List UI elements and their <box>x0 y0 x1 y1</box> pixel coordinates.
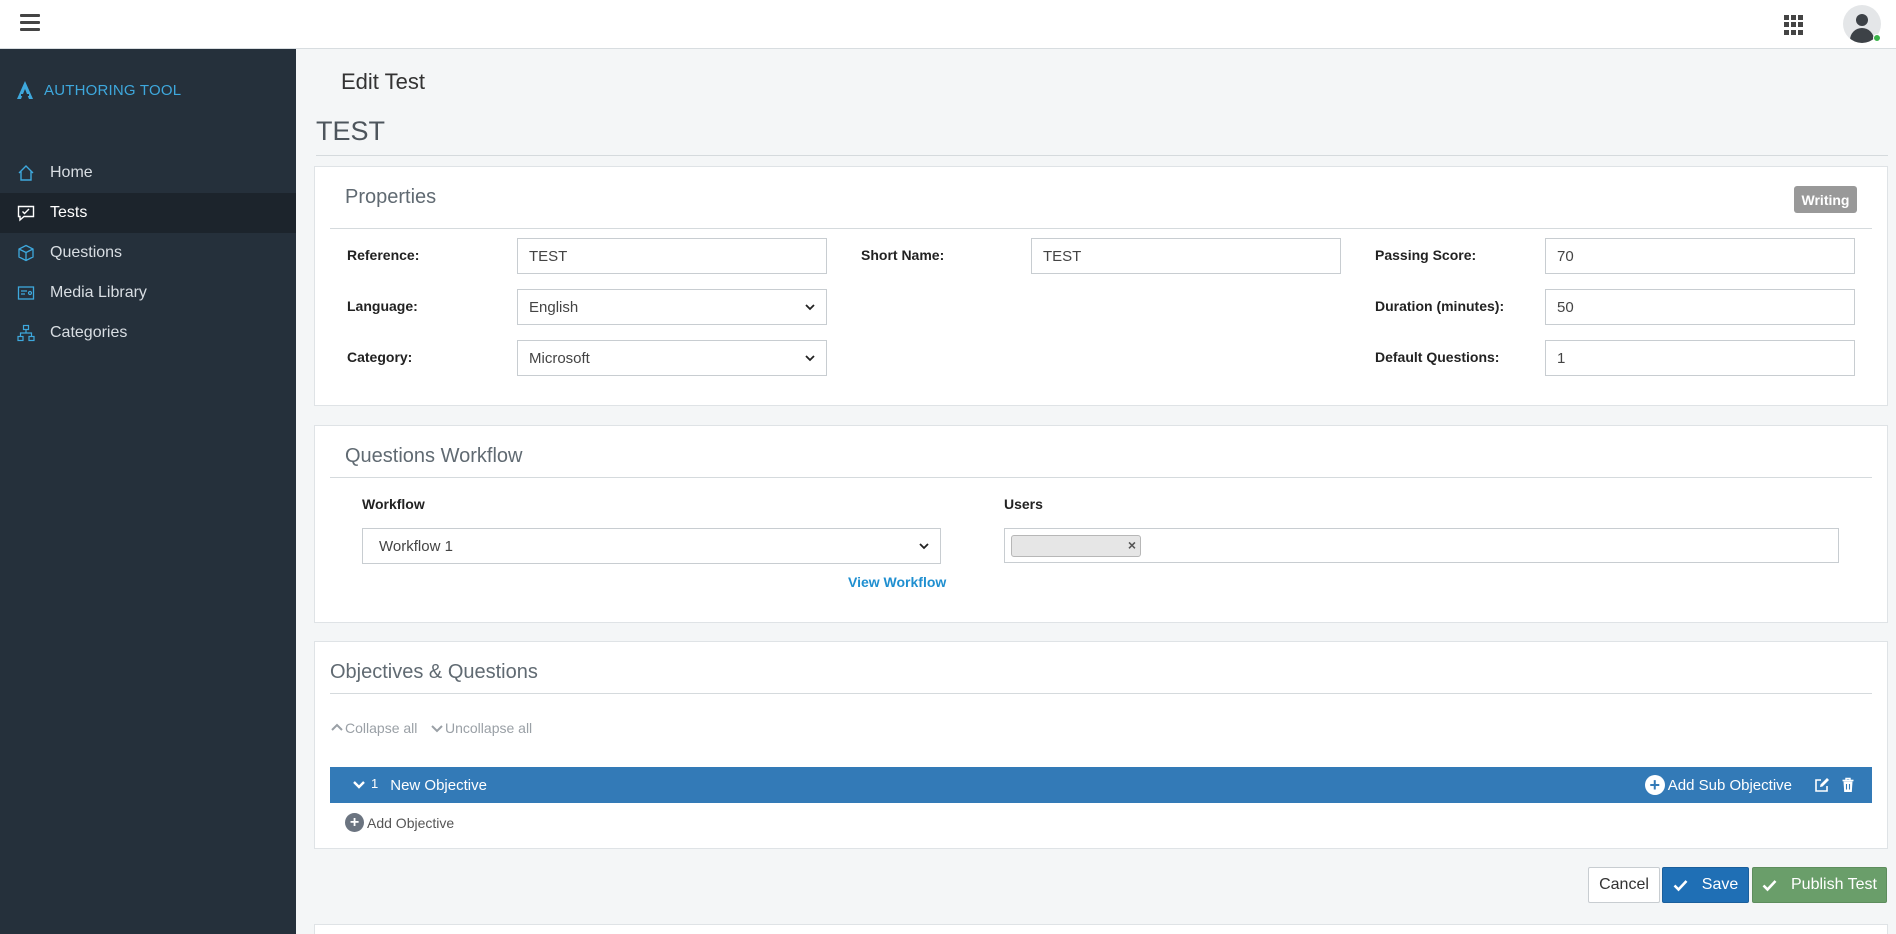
status-badge: Writing <box>1794 186 1857 213</box>
check-icon <box>1762 879 1777 891</box>
reference-input[interactable]: TEST <box>517 238 827 274</box>
default-questions-input[interactable]: 1 <box>1545 340 1855 376</box>
edit-icon[interactable] <box>1814 777 1830 793</box>
users-input[interactable]: × <box>1004 528 1839 563</box>
workflow-divider <box>330 477 1872 478</box>
chevron-up-icon <box>331 723 343 731</box>
sidebar-item-label: Categories <box>50 324 128 341</box>
default-questions-label: Default Questions: <box>1375 349 1500 365</box>
short-name-input[interactable]: TEST <box>1031 238 1341 274</box>
workflow-label: Workflow <box>362 496 425 512</box>
language-value: English <box>529 298 579 316</box>
sidebar-item-label: Media Library <box>50 284 147 301</box>
media-icon <box>16 283 36 303</box>
uncollapse-all-label: Uncollapse all <box>445 720 533 736</box>
test-title: TEST <box>316 116 386 146</box>
chevron-down-icon <box>431 725 443 733</box>
users-label: Users <box>1004 496 1043 512</box>
category-value: Microsoft <box>529 349 590 367</box>
properties-title: Properties <box>345 186 437 208</box>
chevron-down-icon <box>805 355 815 362</box>
page-title: Edit Test <box>341 69 425 94</box>
collapse-all-button[interactable]: Collapse all <box>330 720 417 736</box>
check-icon <box>1673 879 1688 891</box>
sidebar-item-questions[interactable]: Questions <box>0 233 296 273</box>
add-circle-icon: + <box>345 813 364 832</box>
objectives-divider <box>330 693 1872 694</box>
default-questions-value: 1 <box>1557 349 1566 367</box>
publish-label: Publish Test <box>1791 876 1877 893</box>
chat-icon <box>16 203 36 223</box>
chevron-down-icon[interactable] <box>352 778 366 792</box>
sidebar-item-categories[interactable]: Categories <box>0 313 296 353</box>
chevron-down-icon <box>805 304 815 311</box>
next-panel <box>314 924 1888 934</box>
sidebar-item-home[interactable]: Home <box>0 153 296 193</box>
reference-label: Reference: <box>347 247 420 263</box>
sidebar-nav: Home Tests Questions Media Library Categ… <box>0 153 296 353</box>
objectives-panel <box>314 641 1888 849</box>
user-tag[interactable]: × <box>1011 535 1141 557</box>
duration-value: 50 <box>1557 298 1574 316</box>
home-icon <box>16 163 36 183</box>
collapse-all-label: Collapse all <box>345 720 418 736</box>
language-label: Language: <box>347 298 418 314</box>
short-name-value: TEST <box>1043 247 1082 265</box>
trash-icon[interactable] <box>1840 777 1856 793</box>
category-label: Category: <box>347 349 413 365</box>
objectives-title: Objectives & Questions <box>330 661 538 683</box>
category-select[interactable]: Microsoft <box>517 340 827 376</box>
duration-input[interactable]: 50 <box>1545 289 1855 325</box>
sidebar-item-label: Home <box>50 164 93 181</box>
sidebar-item-tests[interactable]: Tests <box>0 193 296 233</box>
passing-score-label: Passing Score: <box>1375 247 1477 263</box>
add-objective-label: Add Objective <box>367 814 455 831</box>
objective-row[interactable]: 1 New Objective + Add Sub Objective <box>330 767 1872 803</box>
short-name-label: Short Name: <box>861 247 945 263</box>
publish-test-button[interactable]: Publish Test <box>1752 867 1887 903</box>
add-circle-icon[interactable]: + <box>1644 775 1665 795</box>
workflow-title: Questions Workflow <box>345 445 523 467</box>
save-button[interactable]: Save <box>1662 867 1749 903</box>
top-bar <box>0 0 1896 49</box>
save-label: Save <box>1701 876 1739 893</box>
title-divider <box>316 155 1888 156</box>
objective-number: 1 <box>371 775 379 791</box>
hamburger-icon[interactable] <box>20 14 40 32</box>
reference-value: TEST <box>529 247 568 265</box>
grid-icon[interactable] <box>1784 15 1804 35</box>
workflow-panel <box>314 425 1888 623</box>
uncollapse-all-button[interactable]: Uncollapse all <box>430 720 532 736</box>
add-objective-button[interactable]: + Add Objective <box>345 813 454 832</box>
language-select[interactable]: English <box>517 289 827 325</box>
add-sub-objective-button[interactable]: Add Sub Objective <box>1668 777 1792 794</box>
sidebar: AUTHORING TOOL Home Tests Questions Medi… <box>0 49 296 934</box>
properties-divider <box>330 228 1872 229</box>
workflow-select[interactable]: Workflow 1 <box>362 528 941 564</box>
workflow-value: Workflow 1 <box>379 537 453 555</box>
cancel-button[interactable]: Cancel <box>1588 867 1660 903</box>
brand-logo-icon <box>17 81 33 99</box>
sidebar-item-label: Questions <box>50 244 123 261</box>
duration-label: Duration (minutes): <box>1375 298 1505 314</box>
close-icon[interactable]: × <box>1128 537 1136 553</box>
brand-name: AUTHORING TOOL <box>44 81 182 99</box>
sidebar-item-label: Tests <box>50 204 88 221</box>
cube-icon <box>16 243 36 263</box>
objective-actions: + Add Sub Objective <box>1644 767 1856 803</box>
passing-score-value: 70 <box>1557 247 1574 265</box>
brand[interactable]: AUTHORING TOOL <box>16 79 181 101</box>
sitemap-icon <box>16 323 36 343</box>
view-workflow-link[interactable]: View Workflow <box>848 574 946 590</box>
passing-score-input[interactable]: 70 <box>1545 238 1855 274</box>
chevron-down-icon <box>919 543 929 550</box>
objective-name: New Objective <box>390 776 487 794</box>
sidebar-item-media-library[interactable]: Media Library <box>0 273 296 313</box>
online-status-icon <box>1873 34 1881 42</box>
